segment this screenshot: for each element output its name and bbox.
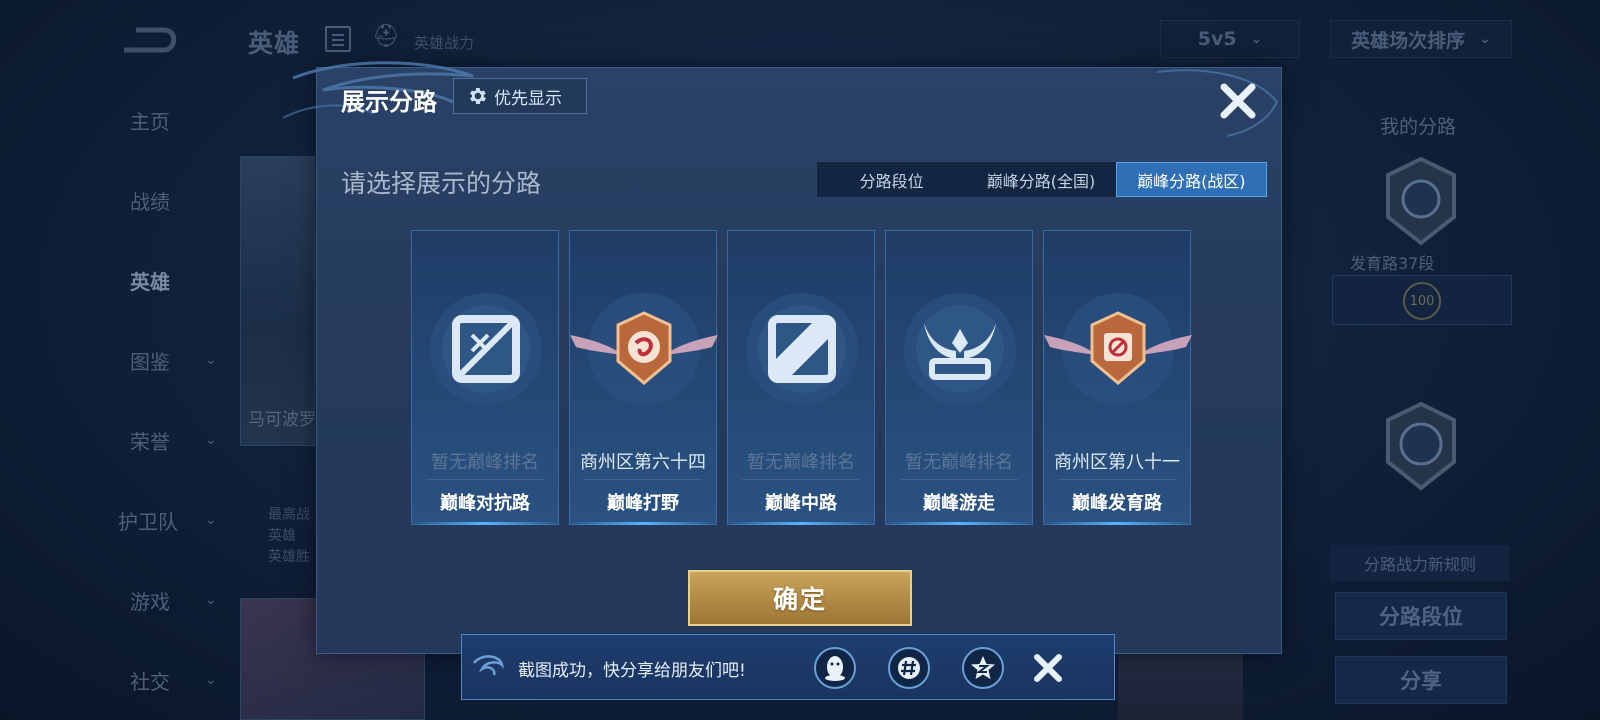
lane-card-roam[interactable]: 暂无巅峰排名 巅峰游走 bbox=[885, 230, 1033, 525]
lane-rank: 暂无巅峰排名 bbox=[431, 452, 539, 473]
chevron-down-icon: ⌄ bbox=[205, 592, 217, 608]
close-toast-button[interactable] bbox=[1030, 650, 1066, 686]
chevron-down-icon: ⌄ bbox=[1250, 31, 1263, 47]
hero-name: 马可波罗 bbox=[248, 410, 316, 430]
screenshot-share-toast: 截图成功，快分享给朋友们吧! bbox=[461, 634, 1115, 700]
sidebar-item-heroes[interactable]: 英雄 bbox=[0, 260, 230, 300]
star-icon bbox=[971, 656, 995, 679]
lane-card-jungle[interactable]: 商州区第六十四 巅峰打野 bbox=[569, 230, 718, 525]
lane-source-tabs: 分路段位 巅峰分路(全国) 巅峰分路(战区) bbox=[816, 161, 1268, 198]
sidebar-item-label: 图鉴 bbox=[130, 349, 170, 374]
close-icon bbox=[1220, 83, 1256, 119]
hero-stats: 最高战 英雄 英雄胜 bbox=[268, 505, 310, 568]
tab-peak-national[interactable]: 巅峰分路(全国) bbox=[966, 162, 1115, 197]
farm-medal-icon bbox=[1044, 293, 1192, 405]
chevron-down-icon: ⌄ bbox=[205, 352, 217, 368]
cloud-swirl-decoration bbox=[473, 655, 505, 676]
sidebar-item-record[interactable]: 战绩 bbox=[0, 180, 230, 220]
tab-peak-zone[interactable]: 巅峰分路(战区) bbox=[1115, 162, 1267, 197]
hashtag-icon bbox=[898, 657, 920, 679]
background-subtitle: 英雄战力 bbox=[414, 34, 475, 52]
level-badge: 100 bbox=[1403, 282, 1441, 320]
back-logo-icon[interactable] bbox=[120, 26, 184, 54]
divider bbox=[742, 479, 860, 480]
sort-dropdown-value: 英雄场次排序 bbox=[1351, 29, 1466, 52]
lane-display-dialog: 展示分路 优先显示 请选择展示的分路 分路段位 巅峰分路(全国) 巅峰分路(战区… bbox=[283, 61, 1282, 654]
sidebar-item-label: 主页 bbox=[130, 109, 170, 134]
lane-card-mid[interactable]: 暂无巅峰排名 巅峰中路 bbox=[727, 230, 875, 525]
mode-dropdown-value: 5v5 bbox=[1197, 28, 1237, 50]
close-dialog-button[interactable] bbox=[1215, 78, 1261, 124]
mode-dropdown[interactable]: 5v5 ⌄ bbox=[1160, 20, 1300, 58]
share-button[interactable]: 分享 bbox=[1335, 656, 1507, 704]
confirm-button[interactable]: 确定 bbox=[688, 570, 912, 626]
qzone-icon[interactable] bbox=[962, 647, 1004, 689]
lane-power-rule-link[interactable]: 分路战力新规则 bbox=[1330, 545, 1510, 581]
my-lane-rank: 发育路37段 bbox=[1350, 254, 1435, 273]
chevron-down-icon: ⌄ bbox=[1479, 31, 1491, 47]
sidebar-item-label: 护卫队 bbox=[118, 509, 178, 534]
sidebar-item-label: 战绩 bbox=[130, 189, 170, 214]
hero-stat-line: 最高战 bbox=[268, 507, 310, 523]
mid-lane-icon bbox=[746, 293, 858, 405]
level-bar: 100 bbox=[1332, 275, 1512, 325]
divider bbox=[426, 479, 544, 480]
screen: 英雄 ⛑ 英雄战力 5v5 ⌄ 英雄场次排序 ⌄ 主页 战绩 英雄 图鉴 ⌄ 荣誉… bbox=[0, 0, 1600, 720]
sidebar-item-label: 荣誉 bbox=[130, 429, 170, 454]
chevron-down-icon: ⌄ bbox=[205, 432, 217, 448]
toast-message: 截图成功，快分享给朋友们吧! bbox=[518, 661, 746, 681]
lane-name: 巅峰发育路 bbox=[1072, 493, 1162, 514]
clash-lane-icon bbox=[430, 293, 542, 405]
my-lanes-title: 我的分路 bbox=[1380, 116, 1457, 138]
hero-stat-line: 英雄 bbox=[268, 528, 296, 544]
jungle-medal-icon bbox=[570, 293, 718, 405]
lane-tier-button[interactable]: 分路段位 bbox=[1335, 592, 1507, 640]
lane-name: 巅峰中路 bbox=[765, 493, 837, 514]
sidebar-item-label: 游戏 bbox=[130, 589, 170, 614]
lane-rank: 暂无巅峰排名 bbox=[747, 452, 855, 473]
sidebar-item-honor[interactable]: 荣誉 ⌄ bbox=[0, 420, 230, 460]
lane-rank: 暂无巅峰排名 bbox=[905, 452, 1013, 473]
dialog-title: 展示分路 bbox=[341, 88, 437, 116]
lane-name: 巅峰对抗路 bbox=[440, 493, 530, 514]
gear-icon bbox=[470, 88, 486, 104]
sidebar-item-home[interactable]: 主页 bbox=[0, 100, 230, 140]
lane-name: 巅峰游走 bbox=[923, 493, 995, 514]
hero-stat-line: 英雄胜 bbox=[268, 549, 310, 565]
divider bbox=[584, 479, 702, 480]
sidebar-item-codex[interactable]: 图鉴 ⌄ bbox=[0, 340, 230, 380]
roam-wings-icon bbox=[904, 293, 1016, 405]
dragon-medal-icon bbox=[1386, 401, 1456, 491]
select-lane-prompt: 请选择展示的分路 bbox=[341, 169, 542, 198]
lane-rank: 商州区第六十四 bbox=[580, 452, 706, 473]
divider bbox=[1058, 479, 1176, 480]
qq-penguin-icon bbox=[825, 656, 845, 681]
helmet-icon: ⛑ bbox=[372, 24, 400, 49]
sidebar-item-social[interactable]: 社交 ⌄ bbox=[0, 660, 230, 700]
divider bbox=[900, 479, 1018, 480]
lane-card-farm[interactable]: 商州区第八十一 巅峰发育路 bbox=[1043, 230, 1192, 525]
priority-display-label: 优先显示 bbox=[494, 88, 562, 109]
wechat-moments-icon[interactable] bbox=[888, 647, 930, 689]
chevron-down-icon: ⌄ bbox=[205, 672, 217, 688]
sidebar-item-label: 英雄 bbox=[130, 269, 170, 294]
priority-display-button[interactable]: 优先显示 bbox=[453, 78, 587, 114]
list-icon[interactable] bbox=[325, 26, 351, 52]
tab-lane-tier[interactable]: 分路段位 bbox=[817, 162, 966, 197]
lane-rank: 商州区第八十一 bbox=[1054, 452, 1180, 473]
sidebar-item-games[interactable]: 游戏 ⌄ bbox=[0, 580, 230, 620]
lane-name: 巅峰打野 bbox=[607, 493, 679, 514]
sidebar-item-label: 社交 bbox=[130, 669, 170, 694]
lane-card-clash[interactable]: 暂无巅峰排名 巅峰对抗路 bbox=[411, 230, 559, 525]
sort-dropdown[interactable]: 英雄场次排序 ⌄ bbox=[1330, 20, 1512, 58]
chevron-down-icon: ⌄ bbox=[205, 512, 217, 528]
lane-medal-icon bbox=[1386, 156, 1456, 246]
qq-icon[interactable] bbox=[814, 647, 856, 689]
background-page-title: 英雄 bbox=[248, 29, 301, 58]
sidebar-item-guard[interactable]: 护卫队 ⌄ bbox=[0, 500, 230, 540]
hero-card[interactable] bbox=[240, 156, 315, 446]
close-icon bbox=[1034, 654, 1062, 682]
